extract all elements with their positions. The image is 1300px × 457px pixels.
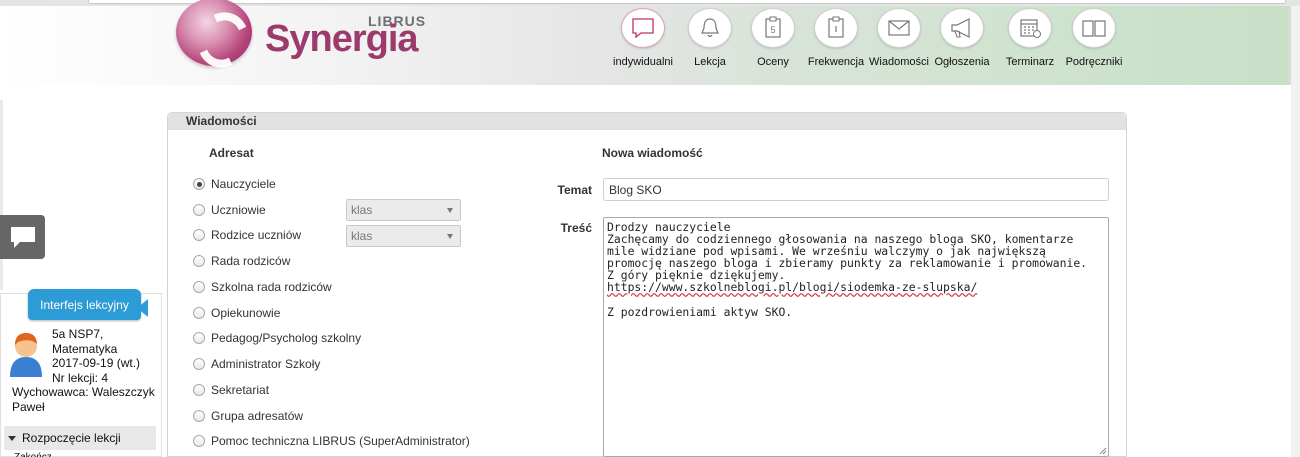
recipient-label: Szkolna rada rodziców: [211, 280, 332, 294]
recipient-option-szkolna-rada-rodzicow[interactable]: Szkolna rada rodziców: [193, 278, 332, 296]
nav-item-lekcja[interactable]: Lekcja: [679, 6, 741, 76]
envelope-icon: [877, 8, 921, 48]
recipient-option-opiekunowie[interactable]: Opiekunowie: [193, 304, 280, 322]
radio-button[interactable]: [193, 229, 205, 241]
chat-bubble-icon: [10, 227, 35, 248]
body-line-link: https://www.szkolneblogi.pl/blogi/siodem…: [607, 280, 978, 295]
librus-synergia-logo[interactable]: LIBRUS Synergia: [172, 0, 432, 82]
recipient-label: Pedagog/Psycholog szkolny: [211, 331, 362, 345]
chevron-down-icon: [447, 208, 453, 213]
resize-grip-icon[interactable]: [1097, 445, 1107, 455]
logo-synergia-text: Synergia: [265, 18, 419, 60]
radio-button[interactable]: [193, 178, 205, 190]
recipient-label: Rodzice uczniów: [211, 228, 302, 242]
body-line: Z pozdrowieniami aktyw SKO.: [607, 304, 793, 319]
lesson-interface-tab[interactable]: Interfejs lekcyjny: [28, 289, 141, 320]
recipient-label: Opiekunowie: [211, 306, 281, 320]
svg-text:5: 5: [770, 25, 775, 35]
lesson-subject: Matematyka: [52, 341, 118, 356]
chat-bubble-icon: [621, 8, 665, 48]
nav-label: Podręczniki: [1065, 56, 1123, 68]
recipient-option-rodzice-uczniow[interactable]: Rodzice uczniów: [193, 226, 301, 244]
nav-item-frekwencja[interactable]: Frekwencja: [805, 6, 867, 76]
chevron-down-icon: [447, 234, 453, 239]
radio-button[interactable]: [193, 255, 205, 267]
recipients-title: Adresat: [209, 146, 254, 160]
radio-button[interactable]: [193, 307, 205, 319]
lesson-start-label: Rozpoczęcie lekcji: [22, 431, 121, 445]
book-icon: [1072, 8, 1116, 48]
recipient-option-grupa-adresatow[interactable]: Grupa adresatów: [193, 407, 303, 425]
radio-button[interactable]: [193, 332, 205, 344]
megaphone-icon: [940, 8, 984, 48]
expand-triangle-icon: [8, 435, 16, 441]
radio-button[interactable]: [193, 281, 205, 293]
nav-item-ogloszenia[interactable]: Ogłoszenia: [931, 6, 993, 76]
body-label: Treść: [560, 221, 592, 235]
page-scrollbar[interactable]: [1291, 6, 1300, 457]
new-message-title: Nowa wiadomość: [602, 146, 703, 160]
lesson-homeroom-teacher: Wychowawca: Waleszczyk Paweł: [12, 385, 155, 414]
left-rail: [0, 100, 3, 290]
recipient-option-pedagog[interactable]: Pedagog/Psycholog szkolny: [193, 329, 361, 347]
student-class-select[interactable]: klas: [346, 199, 461, 221]
attendance-clipboard-icon: [814, 8, 858, 48]
recipient-label: Rada rodziców: [211, 254, 291, 268]
subject-label: Temat: [557, 183, 592, 197]
nav-item-terminarz[interactable]: Terminarz: [999, 6, 1061, 76]
recipient-label: Uczniowie: [211, 203, 266, 217]
calendar-icon: [1008, 8, 1052, 48]
lesson-date: 2017-09-19 (wt.): [52, 356, 141, 370]
lesson-number: Nr lekcji: 4: [52, 370, 109, 385]
nav-label: Ogłoszenia: [934, 56, 990, 68]
recipient-label: Administrator Szkoły: [211, 357, 321, 371]
recipient-option-rada-rodzicow[interactable]: Rada rodziców: [193, 252, 290, 270]
recipient-option-nauczyciele[interactable]: Nauczyciele: [193, 175, 276, 193]
recipient-option-pomoc-techniczna[interactable]: Pomoc techniczna LIBRUS (SuperAdministra…: [193, 432, 470, 450]
recipient-option-administrator[interactable]: Administrator Szkoły: [193, 355, 320, 373]
lesson-start-section[interactable]: Rozpoczęcie lekcji: [4, 426, 156, 450]
bell-icon: [688, 8, 732, 48]
nav-item-indywidualni[interactable]: indywidualni: [612, 6, 674, 76]
recipient-option-uczniowie[interactable]: Uczniowie: [193, 201, 266, 219]
subject-input[interactable]: [603, 178, 1109, 201]
chat-toggle-button[interactable]: [0, 215, 45, 259]
select-value: klas: [351, 203, 373, 217]
body-line: [607, 294, 1105, 306]
message-body-textarea[interactable]: Drodzy nauczyciele Zachęcamy do codzienne…: [603, 217, 1109, 457]
grade-card-icon: 5: [751, 8, 795, 48]
radio-button[interactable]: [193, 358, 205, 370]
lesson-end-link[interactable]: Zakończ lekcję: [14, 452, 74, 457]
recipient-label: Nauczyciele: [211, 177, 276, 191]
radio-button[interactable]: [193, 384, 205, 396]
radio-button[interactable]: [193, 410, 205, 422]
teacher-avatar-icon: [10, 333, 42, 377]
recipient-label: Sekretariat: [211, 383, 270, 397]
recipient-label: Grupa adresatów: [211, 409, 304, 423]
recipient-option-sekretariat[interactable]: Sekretariat: [193, 381, 269, 399]
lesson-info: 5a NSP7, Matematyka 2017-09-19 (wt.) Nr …: [52, 327, 140, 385]
panel-title: Wiadomości: [168, 113, 1126, 130]
parents-class-select[interactable]: klas: [346, 225, 461, 247]
nav-item-wiadomosci[interactable]: Wiadomości: [868, 6, 930, 76]
radio-button[interactable]: [193, 204, 205, 216]
recipient-label: Pomoc techniczna LIBRUS (SuperAdministra…: [211, 434, 470, 448]
nav-item-oceny[interactable]: 5 Oceny: [742, 6, 804, 76]
radio-button[interactable]: [193, 435, 205, 447]
nav-item-podreczniki[interactable]: Podręczniki: [1063, 6, 1125, 76]
collapse-arrow-icon[interactable]: [137, 299, 148, 317]
select-value: klas: [351, 229, 373, 243]
synergia-logo-mark-icon: [176, 0, 252, 66]
lesson-class: 5a NSP7,: [52, 327, 104, 341]
